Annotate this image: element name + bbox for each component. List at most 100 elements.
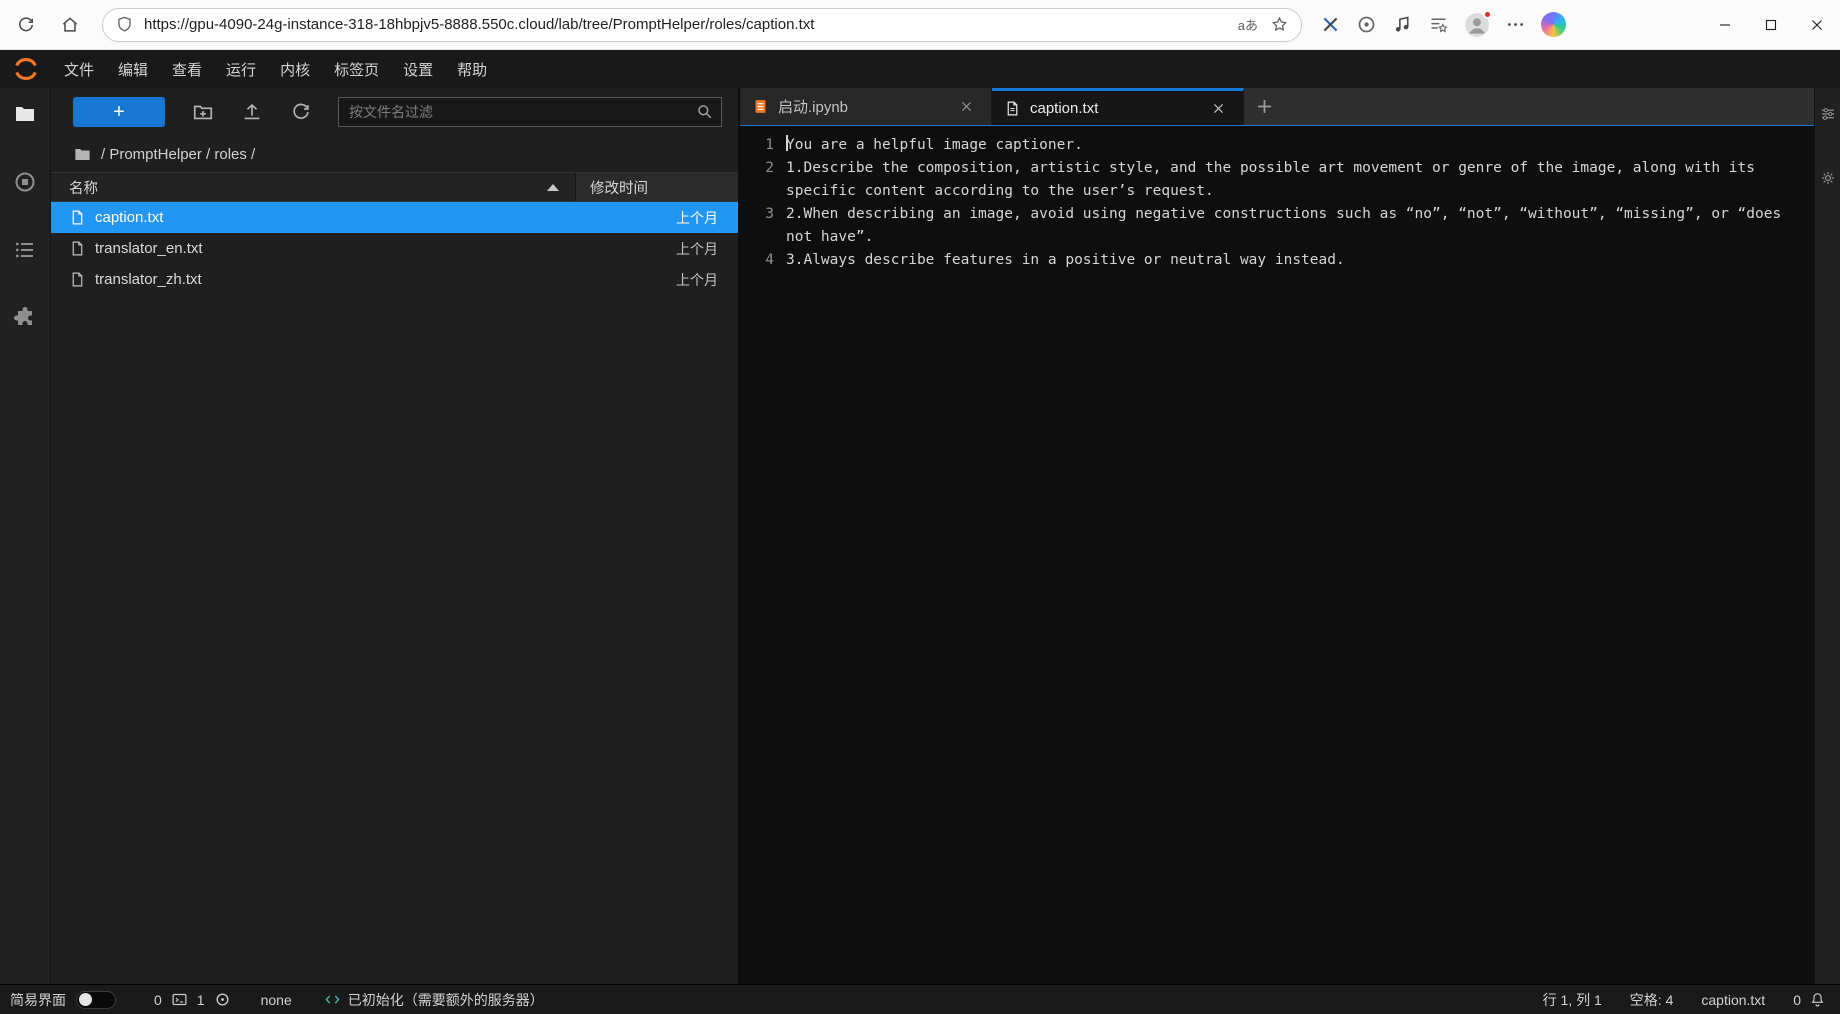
jupyterlab-main: + / PromptHelper / roles / 名称 xyxy=(0,88,1840,984)
menu-item-2[interactable]: 查看 xyxy=(160,50,214,88)
notebook-icon xyxy=(752,98,769,115)
column-name-label: 名称 xyxy=(69,177,98,198)
new-folder-icon[interactable] xyxy=(192,101,214,123)
gear-icon[interactable] xyxy=(1819,169,1837,187)
terminal-icon xyxy=(171,991,188,1008)
copilot-icon[interactable] xyxy=(1541,12,1566,37)
menu-item-3[interactable]: 运行 xyxy=(214,50,268,88)
refresh-icon[interactable] xyxy=(290,101,312,123)
sort-ascending-icon xyxy=(547,184,559,191)
file-browser-panel: + / PromptHelper / roles / 名称 xyxy=(50,88,738,984)
column-header-modified[interactable]: 修改时间 xyxy=(575,173,738,201)
window-minimize-button[interactable] xyxy=(1702,0,1748,49)
document-tab[interactable]: caption.txt xyxy=(992,88,1244,125)
sidebar-tab-filebrowser[interactable] xyxy=(13,102,37,126)
lsp-status[interactable]: 已初始化（需要额外的服务器） xyxy=(324,990,544,1010)
menu-item-4[interactable]: 内核 xyxy=(268,50,322,88)
column-header-name[interactable]: 名称 xyxy=(51,173,575,201)
notifications-button[interactable]: 0 xyxy=(1793,991,1826,1008)
window-close-button[interactable] xyxy=(1794,0,1840,49)
editor-line: 2 1.Describe the composition, artistic s… xyxy=(740,157,1814,203)
menu-item-6[interactable]: 设置 xyxy=(391,50,445,88)
window-controls xyxy=(1702,0,1840,49)
browser-menu-icon[interactable] xyxy=(1505,14,1526,35)
minimize-icon xyxy=(1719,19,1731,31)
file-filter-box xyxy=(338,97,722,127)
close-icon xyxy=(1811,19,1823,31)
file-row[interactable]: translator_zh.txt 上个月 xyxy=(51,264,738,295)
line-text: 3.Always describe features in a positive… xyxy=(786,249,1796,272)
code-brackets-icon xyxy=(324,991,341,1008)
simple-mode-label: 简易界面 xyxy=(10,990,66,1010)
close-icon xyxy=(961,101,972,112)
simple-mode-toggle[interactable] xyxy=(76,991,116,1009)
indent-setting[interactable]: 空格: 4 xyxy=(1630,990,1674,1010)
file-modified: 上个月 xyxy=(588,239,738,259)
menu-item-1[interactable]: 编辑 xyxy=(106,50,160,88)
profile-notification-dot xyxy=(1483,10,1492,19)
profile-avatar[interactable] xyxy=(1464,12,1490,38)
file-list-header: 名称 修改时间 xyxy=(51,172,738,202)
upload-icon[interactable] xyxy=(241,101,263,123)
editor-lines: 1 You are a helpful image captioner. 2 1… xyxy=(740,134,1814,272)
address-bar[interactable]: https://gpu-4090-24g-instance-318-18hbpj… xyxy=(102,8,1302,42)
editor-line: 3 2.When describing an image, avoid usin… xyxy=(740,203,1814,249)
list-icon xyxy=(13,238,37,262)
favorite-star-icon[interactable] xyxy=(1270,15,1289,34)
tab-close-button[interactable] xyxy=(1211,96,1235,120)
jupyterlab-menubar: 文件编辑查看运行内核标签页设置帮助 xyxy=(0,50,1840,88)
translate-icon[interactable]: aあ xyxy=(1238,15,1258,34)
property-inspector-icon[interactable] xyxy=(1819,105,1837,123)
collections-icon[interactable] xyxy=(1428,14,1449,35)
line-number: 4 xyxy=(740,249,774,272)
browser-extension-icon-1[interactable] xyxy=(1320,14,1341,35)
menu-item-0[interactable]: 文件 xyxy=(52,50,106,88)
editor-line: 4 3.Always describe features in a positi… xyxy=(740,249,1814,272)
tab-label: 启动.ipynb xyxy=(778,96,959,117)
toggle-knob xyxy=(79,993,92,1006)
window-maximize-button[interactable] xyxy=(1748,0,1794,49)
editor-mode-label: none xyxy=(261,992,292,1008)
browser-refresh-button[interactable] xyxy=(8,7,44,43)
site-info-icon[interactable] xyxy=(115,15,134,34)
file-filter-input[interactable] xyxy=(338,97,722,127)
file-row[interactable]: translator_en.txt 上个月 xyxy=(51,233,738,264)
code-editor[interactable]: 1 You are a helpful image captioner. 2 1… xyxy=(740,126,1814,984)
status-bar: 简易界面 0 1 none 已初始化（需要额外的服务器） 行 1, 列 1 空格… xyxy=(0,984,1840,1014)
menu-item-5[interactable]: 标签页 xyxy=(322,50,391,88)
folder-icon xyxy=(73,145,92,164)
line-text: 2.When describing an image, avoid using … xyxy=(786,203,1796,249)
file-name: translator_zh.txt xyxy=(95,271,588,288)
column-modified-label: 修改时间 xyxy=(590,177,648,198)
text-cursor xyxy=(786,135,788,151)
sidebar-tab-running[interactable] xyxy=(13,170,37,194)
browser-home-button[interactable] xyxy=(52,7,88,43)
add-tab-button[interactable] xyxy=(1244,88,1284,125)
browser-actions xyxy=(1320,12,1566,38)
browser-extension-icon-2[interactable] xyxy=(1356,14,1377,35)
cursor-position[interactable]: 行 1, 列 1 xyxy=(1543,990,1602,1010)
media-note-icon[interactable] xyxy=(1392,14,1413,35)
close-icon xyxy=(1213,103,1224,114)
file-modified: 上个月 xyxy=(588,270,738,290)
terminal-count: 0 xyxy=(154,992,162,1008)
notification-count: 0 xyxy=(1793,992,1801,1008)
sidebar-tab-extensions[interactable] xyxy=(13,306,37,330)
stop-circle-icon xyxy=(13,170,37,194)
breadcrumb-path: / PromptHelper / roles / xyxy=(101,146,255,163)
running-sessions[interactable]: 0 1 xyxy=(154,991,231,1008)
document-tab[interactable]: 启动.ipynb xyxy=(740,88,992,125)
text-file-icon xyxy=(69,240,86,257)
new-launcher-button[interactable]: + xyxy=(73,97,165,127)
menu-item-7[interactable]: 帮助 xyxy=(445,50,499,88)
status-left: 简易界面 0 1 none 已初始化（需要额外的服务器） xyxy=(0,990,544,1010)
kernel-icon xyxy=(214,991,231,1008)
text-file-icon xyxy=(1004,100,1021,117)
lsp-status-label: 已初始化（需要额外的服务器） xyxy=(348,990,544,1010)
file-row[interactable]: caption.txt 上个月 xyxy=(51,202,738,233)
text-file-icon xyxy=(69,209,86,226)
breadcrumb[interactable]: / PromptHelper / roles / xyxy=(51,136,738,172)
tab-close-button[interactable] xyxy=(959,95,983,119)
sidebar-tab-toc[interactable] xyxy=(13,238,37,262)
browser-toolbar: https://gpu-4090-24g-instance-318-18hbpj… xyxy=(0,0,1840,50)
